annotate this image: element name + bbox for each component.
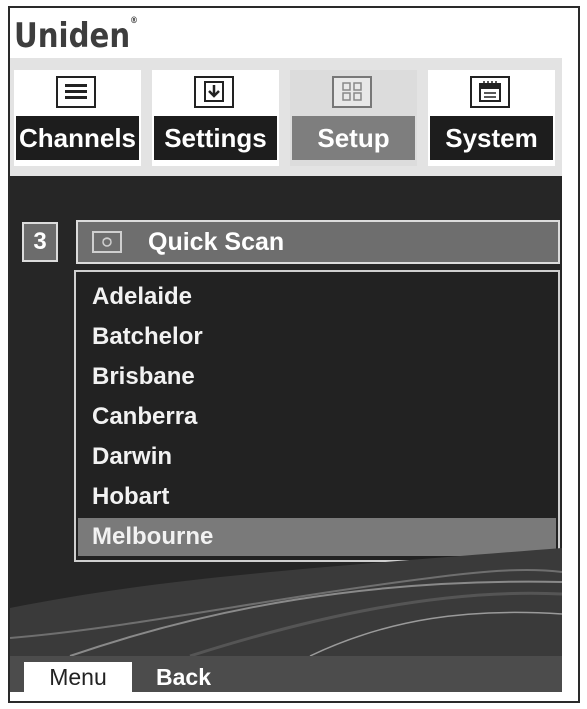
list-item-adelaide[interactable]: Adelaide (78, 278, 556, 316)
back-softkey[interactable]: Back (156, 662, 211, 692)
list-item-darwin[interactable]: Darwin (78, 438, 556, 476)
menu-header: Quick Scan (76, 220, 560, 264)
tab-bar: Channels Settings Setup System (10, 58, 562, 176)
softkey-bar: Menu Back (10, 656, 562, 692)
tab-label: System (430, 116, 553, 160)
list-item-hobart[interactable]: Hobart (78, 478, 556, 516)
brand-name: Uniden (14, 16, 131, 56)
menu-index-badge: 3 (22, 222, 58, 262)
tab-label: Channels (16, 116, 139, 160)
download-icon (194, 76, 234, 108)
tab-label: Setup (292, 116, 415, 160)
calendar-icon (470, 76, 510, 108)
grid-icon (332, 76, 372, 108)
tab-channels[interactable]: Channels (14, 70, 141, 166)
tab-setup[interactable]: Setup (290, 70, 417, 166)
location-list: Adelaide Batchelor Brisbane Canberra Dar… (74, 270, 560, 562)
list-icon (56, 76, 96, 108)
menu-softkey[interactable]: Menu (24, 662, 132, 692)
list-item-batchelor[interactable]: Batchelor (78, 318, 556, 356)
lcd-screen: Channels Settings Setup System 3 Quick S… (10, 58, 562, 656)
brand-logo: Uniden® (14, 16, 138, 62)
scan-icon (92, 231, 122, 253)
background-swoosh (10, 548, 562, 656)
menu-title: Quick Scan (148, 228, 285, 256)
tab-system[interactable]: System (428, 70, 555, 166)
tab-settings[interactable]: Settings (152, 70, 279, 166)
list-item-brisbane[interactable]: Brisbane (78, 358, 556, 396)
tab-label: Settings (154, 116, 277, 160)
brand-mark: ® (130, 16, 138, 26)
list-item-canberra[interactable]: Canberra (78, 398, 556, 436)
